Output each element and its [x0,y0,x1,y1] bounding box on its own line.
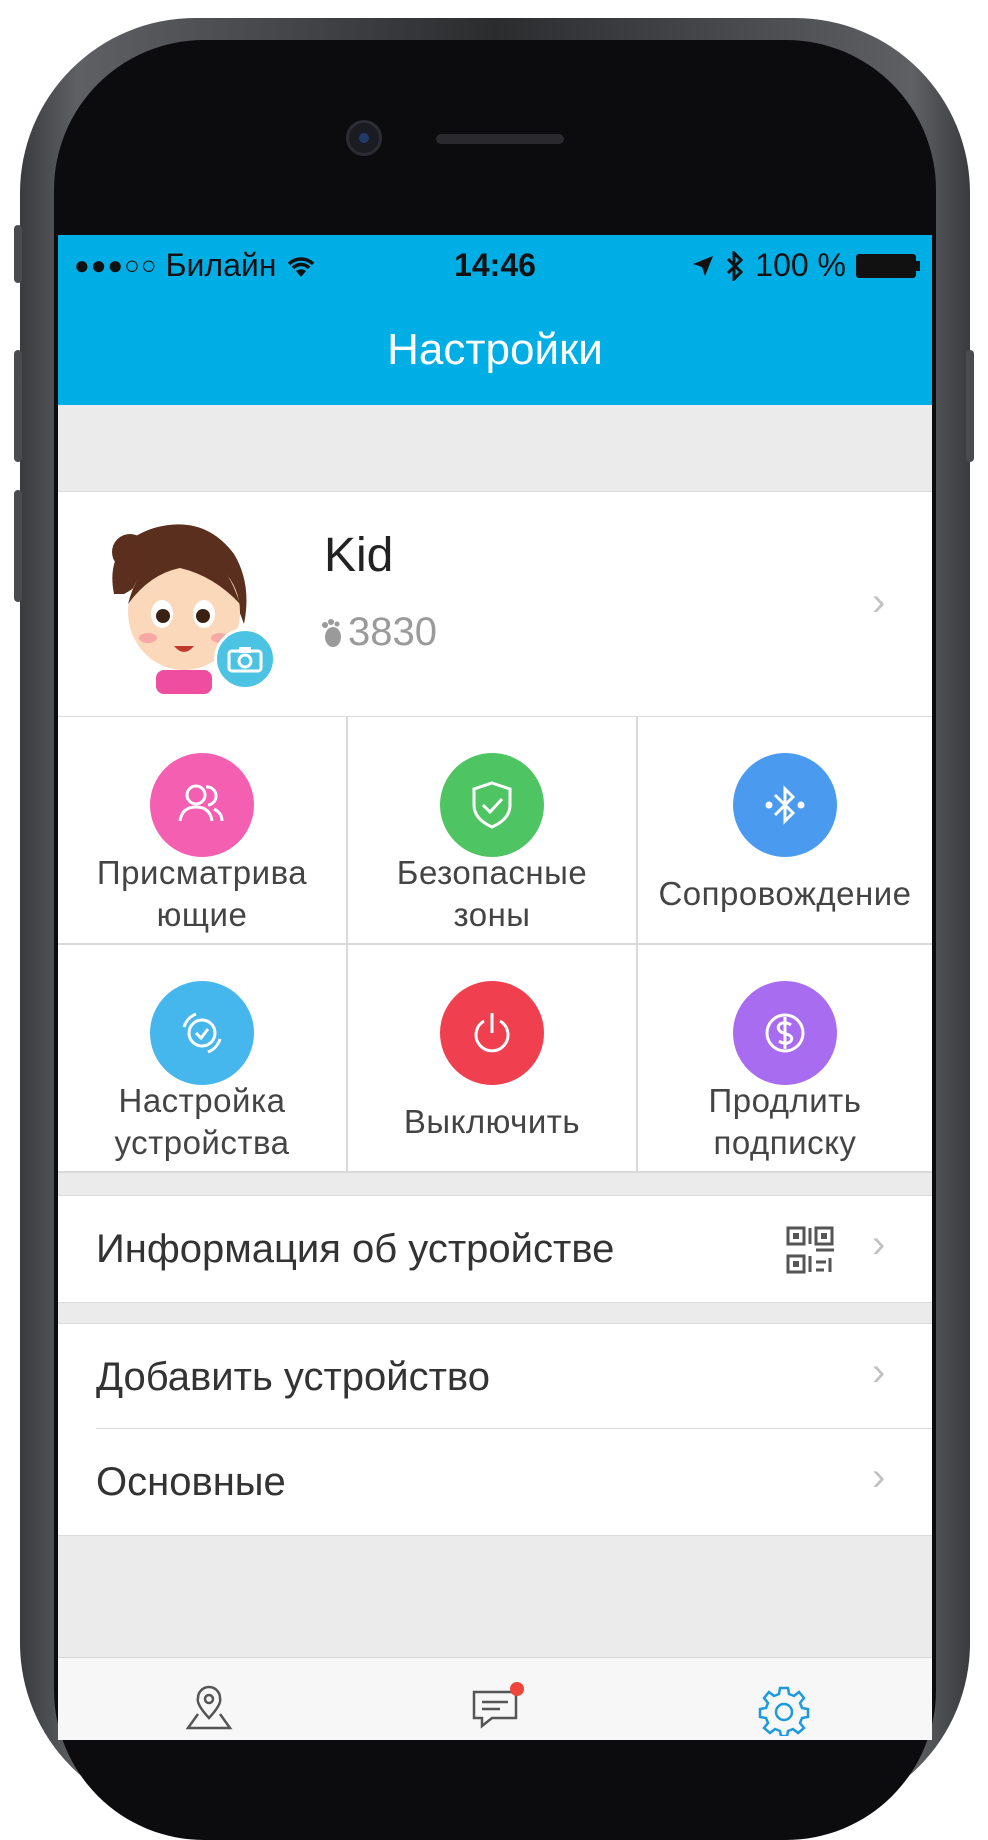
status-bar: ●●●○○ Билайн 14:46 100 % [58,235,932,295]
device-info-row[interactable]: Информация об устройстве › [58,1195,932,1303]
steps-value: 3830 [348,610,437,654]
page-title: Настройки [387,325,603,374]
general-row[interactable]: Основные › [58,1429,932,1536]
add-device-label: Добавить устройство [96,1354,490,1399]
chevron-right-icon: › [872,1350,886,1394]
bluetooth-status-icon [727,250,744,281]
grid-item-label: Выключить [403,1103,581,1140]
map-pin-icon [185,1685,233,1730]
grid-item-label: Настройка устройства [114,1082,290,1161]
grid-item-label: Безопасные зоны [396,854,588,933]
earpiece-speaker [436,134,564,144]
chevron-right-icon: › [872,1222,886,1266]
guardians-icon [150,753,254,857]
grid-item-safe-zones[interactable]: Безопасные зоны [348,717,638,945]
qr-code-icon [786,1226,834,1274]
shield-check-icon [440,753,544,857]
tab-map[interactable] [184,1684,244,1740]
battery-icon [856,253,920,278]
feature-grid: Присматрива ющие Безопасные зоны Сопрово… [58,717,932,1173]
grid-item-guardians[interactable]: Присматрива ющие [58,717,348,945]
chevron-right-icon: › [872,1455,886,1499]
tab-chat[interactable] [470,1682,530,1740]
silent-switch [14,225,22,283]
grid-item-label: Сопровождение [658,875,912,912]
grid-item-renew-subscription[interactable]: Продлить подписку [638,945,932,1173]
power-side-button [966,350,974,462]
watch-settings-icon [150,981,254,1085]
footprint-icon [322,618,341,647]
grid-item-label: Продлить подписку [708,1082,862,1161]
grid-item-device-settings[interactable]: Настройка устройства [58,945,348,1173]
volume-up-button [14,350,22,462]
power-icon [440,981,544,1085]
tab-bar [58,1657,932,1740]
bluetooth-icon [733,753,837,857]
add-device-row[interactable]: Добавить устройство › [58,1323,932,1430]
front-camera [346,120,382,156]
general-label: Основные [96,1459,286,1504]
app-screen: ●●●○○ Билайн 14:46 100 % Настройки Kid 3… [58,235,932,1740]
child-name: Kid [324,529,394,582]
notification-dot [510,1682,524,1696]
steps-count: 3830 [320,610,437,655]
profile-row[interactable]: Kid 3830 › [58,491,932,717]
dollar-icon [733,981,837,1085]
grid-item-power-off[interactable]: Выключить [348,945,638,1173]
tab-settings[interactable] [758,1684,818,1740]
grid-item-escort[interactable]: Сопровождение [638,717,932,945]
change-photo-button[interactable] [214,628,276,690]
location-arrow-icon [693,255,714,276]
camera-icon [227,647,263,673]
device-info-label: Информация об устройстве [96,1226,615,1271]
settings-gear-icon [758,1686,810,1738]
volume-down-button [14,490,22,602]
chevron-right-icon: › [872,580,886,624]
grid-item-label: Присматрива ющие [96,854,308,933]
battery-percent: 100 % [755,247,846,283]
nav-bar: Настройки [58,295,932,405]
